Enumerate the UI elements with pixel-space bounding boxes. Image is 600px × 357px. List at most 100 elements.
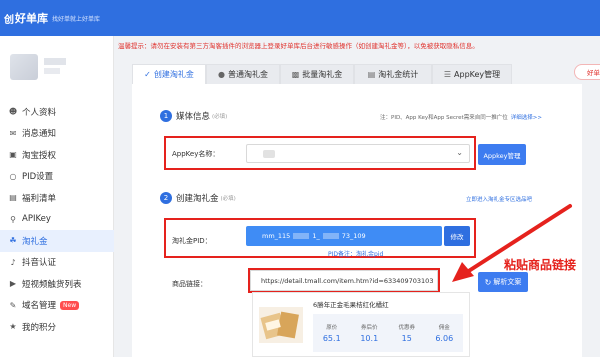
avatar[interactable] — [10, 54, 38, 80]
tab-batch-taolijin[interactable]: ▩ 批量淘礼金 — [280, 64, 354, 84]
stat-value: 65.1 — [322, 334, 341, 343]
step-number-badge: 2 — [160, 192, 172, 204]
appkey-icon: ☰ — [443, 70, 452, 79]
tab-create-taolijin[interactable]: ✓ 创建淘礼金 — [132, 64, 206, 84]
app-name: 好单库 — [15, 12, 48, 25]
pid-mask — [293, 233, 310, 239]
stats-icon: ▤ — [367, 70, 376, 79]
sidebar-item-domain[interactable]: ✎ 域名管理 New — [0, 295, 114, 317]
step-number-badge: 1 — [160, 110, 172, 122]
logo-mark: 创 — [4, 14, 14, 26]
user-subtitle-blurred — [44, 68, 60, 74]
tab-label: 创建淘礼金 — [153, 70, 194, 79]
security-warning: 温馨提示：请勿在安装有第三方淘客插件的浏览器上登录好单库后台进行敏感操作（如创建… — [118, 42, 479, 50]
sidebar-item-label: 消息通知 — [22, 129, 57, 140]
tab-taolijin-stats[interactable]: ▤ 淘礼金统计 — [354, 64, 432, 84]
product-card[interactable]: 6勝年正金毛果桔红化橘红 原价 65.1 券后价 10.1 优惠券 15 佣金 … — [252, 292, 470, 357]
stat-value: 10.1 — [360, 334, 379, 343]
paste-link-annotation: 粘贴商品链接 — [504, 258, 577, 272]
section-create-taolijin-title: 2 创建淘礼金 (必填) — [160, 192, 236, 204]
stat-label: 券后价 — [360, 325, 378, 331]
media-info-note-text: 注：PID、App Key和App Secret需来自同一推广位 — [380, 115, 508, 121]
username-blurred — [44, 58, 66, 65]
sidebar-item-label: 淘礼金 — [22, 236, 48, 247]
product-title: 6勝年正金毛果桔红化橘红 — [313, 301, 389, 309]
stat-value: 15 — [401, 334, 412, 343]
pid-label: 淘礼金PID： — [172, 237, 212, 245]
appkey-value-blurred — [263, 150, 275, 158]
tab-label: 淘礼金统计 — [378, 70, 419, 79]
pid-mask — [322, 233, 339, 239]
points-icon: ★ — [9, 322, 17, 332]
sidebar-item-welfare-list[interactable]: ▤ 福利清单 — [0, 187, 114, 209]
gift-icon: ☘ — [9, 236, 17, 246]
pid-value-mid1: 1_ — [312, 232, 320, 240]
stat-original-price: 原价 65.1 — [313, 314, 351, 352]
create-icon: ✓ — [144, 70, 151, 79]
tab-bar: ✓ 创建淘礼金 ● 普通淘礼金 ▩ 批量淘礼金 ▤ 淘礼金统计 ☰ AppKey… — [114, 60, 600, 84]
product-link-input[interactable]: https://detail.tmall.com/item.htm?id=633… — [250, 270, 438, 291]
product-stats: 原价 65.1 券后价 10.1 优惠券 15 佣金 6.06 — [313, 314, 463, 352]
stat-label: 原价 — [326, 325, 338, 331]
appkey-management-button[interactable]: Appkey管理 — [478, 144, 526, 165]
product-image — [259, 307, 303, 343]
sidebar-nav: ☻ 个人资料 ✉ 消息通知 ▣ 淘宝授权 ○ PID设置 ▤ 福利清单 ⚲ AP… — [0, 101, 114, 338]
appkey-select[interactable]: ⌄ — [246, 144, 470, 163]
red-arrow-icon — [452, 204, 572, 282]
sidebar-item-label: APIKey — [22, 214, 51, 225]
required-tag: (必填) — [220, 196, 236, 202]
top-right-pill-button[interactable]: 好单 — [574, 64, 600, 80]
douyin-icon: ♪ — [10, 257, 16, 267]
sidebar-item-apikey[interactable]: ⚲ APIKey — [0, 209, 114, 231]
section-title-text: 媒体信息 — [176, 112, 211, 122]
tab-label: 普通淘礼金 — [227, 70, 268, 79]
tab-normal-taolijin[interactable]: ● 普通淘礼金 — [206, 64, 280, 84]
app-root: 创 好单库 找好单就上好单库 ☻ 个人资料 ✉ 消息通知 ▣ 淘宝授权 ○ PI… — [0, 0, 600, 357]
pid-input[interactable]: mm_115 1_ 73_109 — [246, 226, 442, 246]
sidebar-item-taobao-auth[interactable]: ▣ 淘宝授权 — [0, 144, 114, 166]
key-icon: ⚲ — [10, 214, 16, 224]
product-link-label: 商品链接： — [172, 280, 207, 288]
sidebar-item-label: 个人资料 — [22, 107, 57, 118]
pid-remark: PID备注：淘礼金pid — [328, 251, 384, 258]
tab-label: AppKey管理 — [454, 70, 501, 79]
new-badge: New — [60, 300, 80, 310]
pid-value-prefix: mm_115 — [262, 232, 291, 240]
stat-label: 佣金 — [438, 325, 450, 331]
sidebar-item-douyin-auth[interactable]: ♪ 抖音认证 — [0, 252, 114, 274]
stat-coupon-price: 券后价 10.1 — [351, 314, 389, 352]
appkey-label: AppKey名称： — [172, 150, 220, 158]
tab-appkey-management[interactable]: ☰ AppKey管理 — [432, 64, 512, 84]
sidebar-item-video-list[interactable]: ▶ 短视频触货列表 — [0, 273, 114, 295]
logo[interactable]: 创 好单库 找好单就上好单库 — [4, 10, 100, 26]
sidebar-item-pid-settings[interactable]: ○ PID设置 — [0, 166, 114, 188]
media-info-note: 注：PID、App Key和App Secret需来自同一推广位 详细选择>> — [380, 113, 542, 121]
coin-icon: ● — [218, 70, 225, 79]
sidebar: ☻ 个人资料 ✉ 消息通知 ▣ 淘宝授权 ○ PID设置 ▤ 福利清单 ⚲ AP… — [0, 36, 114, 357]
sidebar-item-taolijin[interactable]: ☘ 淘礼金 — [0, 230, 114, 252]
sidebar-item-profile[interactable]: ☻ 个人资料 — [0, 101, 114, 123]
sidebar-item-label: PID设置 — [22, 172, 54, 183]
detail-link[interactable]: 详细选择>> — [511, 115, 542, 121]
pid-value-mid2: 73_109 — [341, 232, 366, 240]
stat-label: 优惠券 — [398, 325, 415, 331]
section-media-info-title: 1 媒体信息 (必填) — [160, 110, 227, 122]
user-icon: ☻ — [8, 107, 18, 117]
sidebar-item-label: 抖音认证 — [22, 258, 57, 269]
sidebar-item-label: 短视频触货列表 — [22, 279, 82, 290]
stat-value: 6.06 — [435, 334, 454, 343]
required-tag: (必填) — [212, 114, 228, 120]
pid-icon: ○ — [9, 171, 17, 181]
sidebar-item-messages[interactable]: ✉ 消息通知 — [0, 123, 114, 145]
app-slogan: 找好单就上好单库 — [52, 15, 101, 23]
product-package-illustration — [260, 311, 299, 340]
tab-label: 批量淘礼金 — [302, 70, 343, 79]
stat-coupon: 优惠券 15 — [388, 314, 426, 352]
section-title-text: 创建淘礼金 — [176, 194, 219, 204]
sidebar-item-label: 淘宝授权 — [22, 150, 57, 161]
batch-icon: ▩ — [291, 70, 300, 79]
top-header: 创 好单库 找好单就上好单库 — [0, 0, 600, 36]
sidebar-item-points[interactable]: ★ 我的积分 — [0, 316, 114, 338]
video-icon: ▶ — [9, 279, 17, 289]
domain-icon: ✎ — [9, 300, 17, 310]
